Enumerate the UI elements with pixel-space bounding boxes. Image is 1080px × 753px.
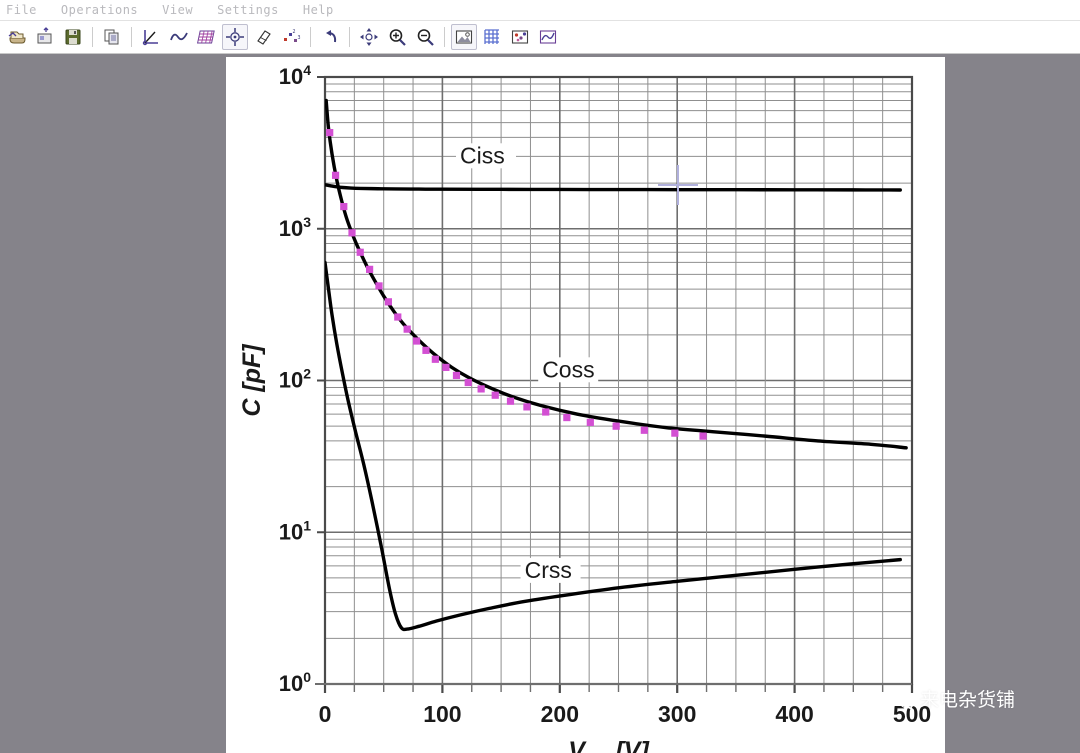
- tool-bar: 2 3: [0, 21, 1080, 54]
- toolbar-separator: [131, 27, 132, 47]
- data-point-marker[interactable]: [394, 313, 402, 321]
- toolbar-separator: [444, 27, 445, 47]
- menu-operations[interactable]: Operations: [49, 0, 150, 21]
- data-point-marker[interactable]: [366, 265, 374, 273]
- data-point-marker[interactable]: [452, 371, 461, 380]
- data-point-marker[interactable]: [586, 418, 594, 426]
- data-point-marker[interactable]: [542, 408, 550, 416]
- image-icon[interactable]: [451, 24, 477, 50]
- save-project-icon[interactable]: [32, 24, 58, 50]
- x-tick-label: 200: [541, 701, 579, 727]
- data-point-marker[interactable]: [464, 378, 472, 387]
- svg-text:3: 3: [298, 35, 301, 41]
- svg-text:2: 2: [293, 29, 296, 35]
- coss-label: Coss: [542, 356, 594, 382]
- crss-label: Crss: [525, 557, 572, 583]
- data-point-marker[interactable]: [477, 385, 485, 393]
- menu-view[interactable]: View: [150, 0, 205, 21]
- mesh-icon[interactable]: [479, 24, 505, 50]
- app-window: File Operations View Settings Help 2 3 1…: [0, 0, 1080, 753]
- data-point-marker[interactable]: [384, 298, 392, 306]
- data-point-marker[interactable]: [422, 346, 430, 354]
- data-point-marker[interactable]: [431, 355, 439, 363]
- menu-settings[interactable]: Settings: [205, 0, 291, 21]
- zoom-out-icon[interactable]: [412, 24, 438, 50]
- pan-icon[interactable]: [356, 24, 382, 50]
- crosshair-point-icon[interactable]: [222, 24, 248, 50]
- grid-icon[interactable]: [194, 24, 220, 50]
- data-point-marker[interactable]: [356, 248, 364, 256]
- data-point-marker[interactable]: [403, 325, 411, 333]
- toolbar-separator: [349, 27, 350, 47]
- x-tick-label: 300: [658, 701, 696, 727]
- axes-icon[interactable]: [138, 24, 164, 50]
- menu-help[interactable]: Help: [291, 0, 346, 21]
- image-canvas[interactable]: 100 101 102 103 104 0 100 200 300 400 500 C [pF] VDS…: [226, 57, 945, 753]
- curve-crss: [325, 260, 902, 632]
- x-axis-label: VDS [V]: [568, 737, 650, 753]
- copy-icon[interactable]: [99, 24, 125, 50]
- data-point-marker[interactable]: [612, 422, 620, 430]
- x-tick-label: 400: [775, 701, 813, 727]
- undo-icon[interactable]: [317, 24, 343, 50]
- open-project-icon[interactable]: [4, 24, 30, 50]
- save-icon[interactable]: [60, 24, 86, 50]
- y-tick-label: 102: [279, 366, 311, 393]
- chart-axes: 100 101 102 103 104 0 100 200 300 400 500: [279, 62, 931, 727]
- chart-series: [325, 98, 908, 632]
- data-point-marker[interactable]: [331, 171, 340, 179]
- data-point-marker[interactable]: [412, 337, 421, 345]
- plot-icon[interactable]: [535, 24, 561, 50]
- curve-ciss: [325, 183, 902, 192]
- x-tick-label: 0: [319, 701, 332, 727]
- data-point-marker[interactable]: [506, 397, 515, 405]
- data-point-marker[interactable]: [348, 229, 356, 237]
- x-tick-label: 100: [423, 701, 461, 727]
- menu-file[interactable]: File: [0, 0, 49, 21]
- y-tick-label: 103: [279, 214, 311, 241]
- menu-bar: File Operations View Settings Help: [0, 0, 1080, 21]
- data-point-marker[interactable]: [640, 426, 648, 434]
- chart-grid: [324, 76, 913, 685]
- y-axis-label: C [pF]: [238, 343, 266, 417]
- capacitance-vs-vds-chart: 100 101 102 103 104 0 100 200 300 400 500 C [pF] VDS…: [238, 62, 931, 753]
- data-point-marker[interactable]: [491, 391, 499, 399]
- data-point-marker[interactable]: [375, 282, 383, 290]
- ciss-label: Ciss: [460, 142, 505, 168]
- toolbar-separator: [310, 27, 311, 47]
- data-point-marker[interactable]: [442, 363, 450, 371]
- coss-digitized-points: [326, 129, 707, 440]
- data-point-marker[interactable]: [671, 429, 679, 437]
- y-tick-label: 104: [279, 62, 311, 89]
- curve-icon[interactable]: [166, 24, 192, 50]
- data-point-marker[interactable]: [326, 129, 334, 137]
- y-tick-label: 101: [279, 517, 311, 544]
- x-tick-label: 500: [893, 701, 931, 727]
- y-tick-label: 100: [279, 669, 311, 696]
- data-point-marker[interactable]: [523, 403, 531, 411]
- scatter-icon[interactable]: [507, 24, 533, 50]
- points-icon[interactable]: 2 3: [278, 24, 304, 50]
- data-point-marker[interactable]: [340, 202, 348, 211]
- data-point-marker[interactable]: [563, 413, 571, 422]
- data-point-marker[interactable]: [699, 432, 707, 440]
- eraser-icon[interactable]: [250, 24, 276, 50]
- zoom-in-icon[interactable]: [384, 24, 410, 50]
- toolbar-separator: [92, 27, 93, 47]
- chart-annotations: Ciss Coss Crss: [456, 142, 599, 583]
